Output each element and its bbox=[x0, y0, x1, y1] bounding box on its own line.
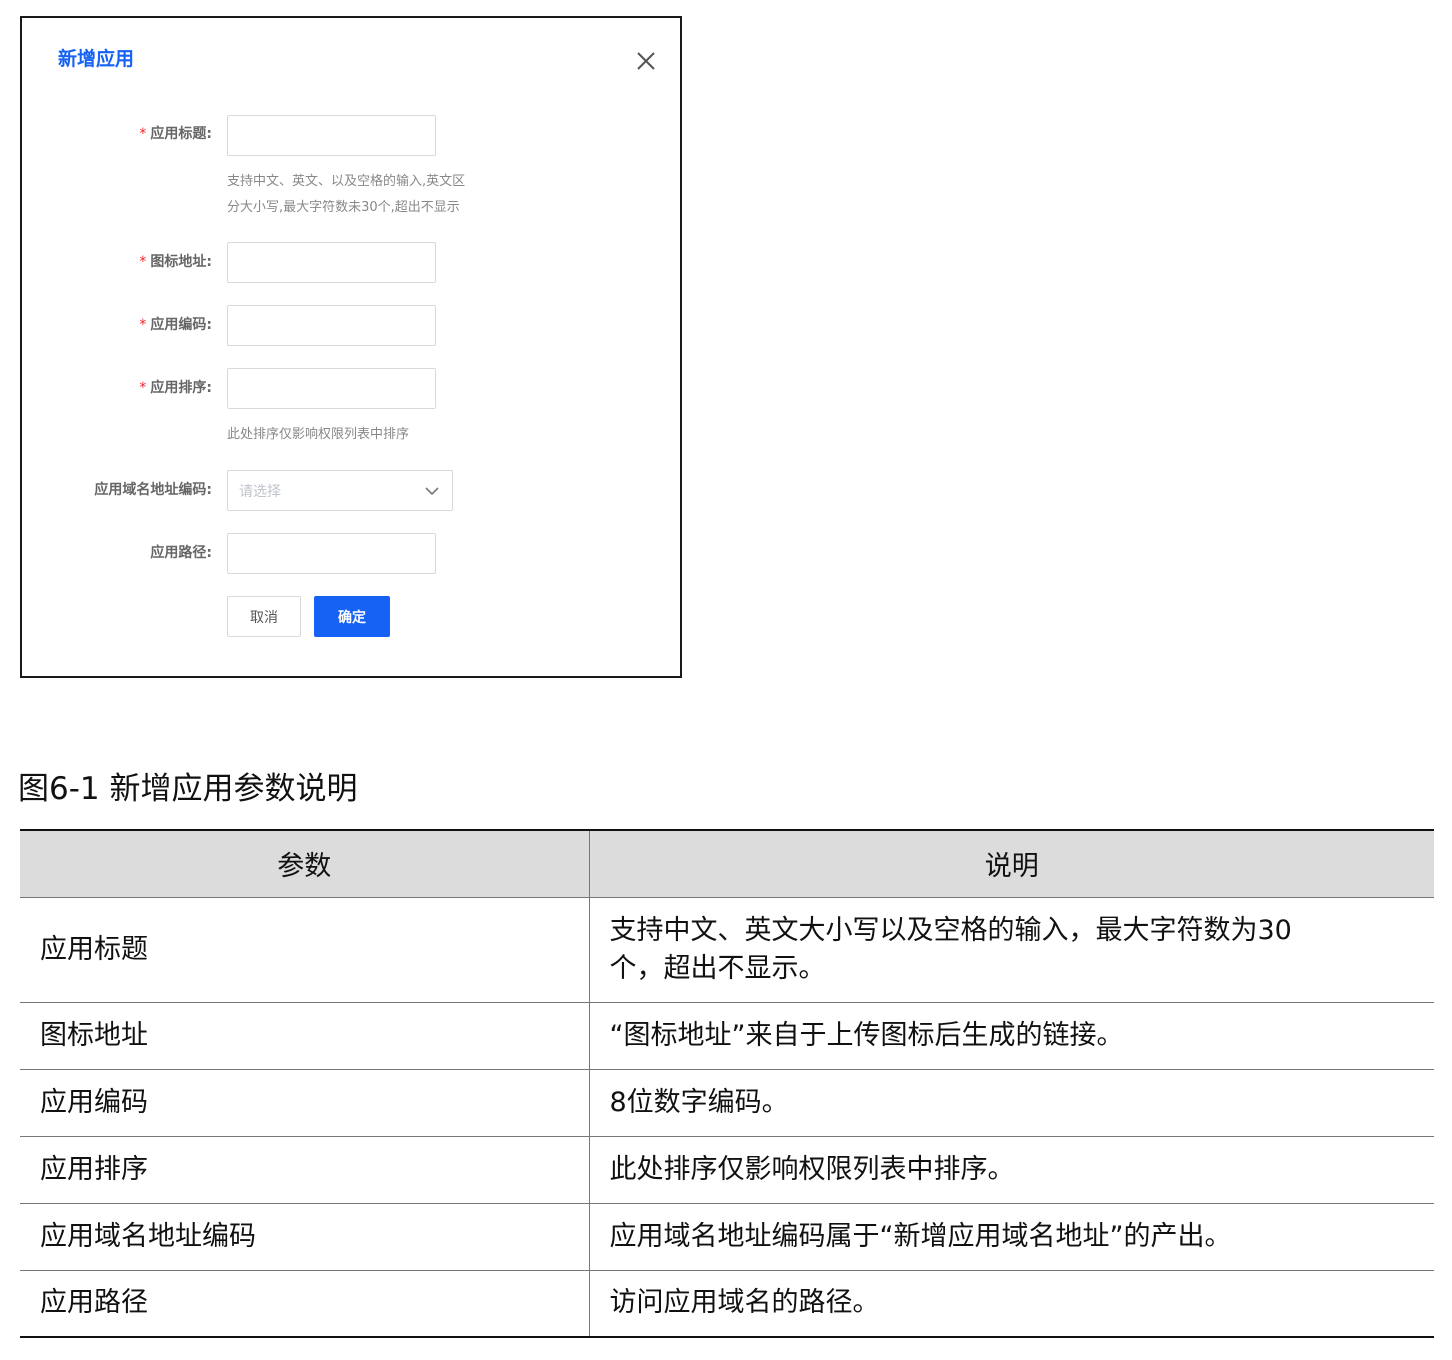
app-path-label: 应用路径: bbox=[150, 545, 212, 561]
desc-cell: 此处排序仅影响权限列表中排序。 bbox=[589, 1136, 1434, 1204]
figure-caption: 图6-1 新增应用参数说明 bbox=[18, 771, 358, 807]
required-mark: * bbox=[139, 317, 147, 333]
chevron-down-icon bbox=[425, 487, 439, 496]
required-mark: * bbox=[139, 126, 147, 142]
app-code-label: * 应用编码: bbox=[139, 317, 212, 333]
header-param: 参数 bbox=[20, 829, 590, 898]
add-app-dialog: 新增应用 * 应用标题: 支持中文、英文、以及空格的输入,英文区 分大小写,最大字… bbox=[20, 16, 682, 678]
desc-cell: 8位数字编码。 bbox=[589, 1069, 1434, 1137]
table-row: 应用域名地址编码 应用域名地址编码属于“新增应用域名地址”的产出。 bbox=[20, 1203, 1434, 1271]
desc-line: 个，超出不显示。 bbox=[609, 952, 826, 984]
header-desc: 说明 bbox=[589, 829, 1434, 898]
app-code-input[interactable] bbox=[227, 305, 436, 346]
app-title-label: * 应用标题: bbox=[139, 126, 212, 142]
domain-code-select[interactable]: 请选择 bbox=[227, 470, 453, 511]
desc-cell: “图标地址”来自于上传图标后生成的链接。 bbox=[589, 1002, 1434, 1070]
app-order-input[interactable] bbox=[227, 368, 436, 409]
app-order-label: * 应用排序: bbox=[139, 380, 212, 396]
confirm-button[interactable]: 确定 bbox=[314, 596, 390, 637]
table-row: 应用标题 支持中文、英文大小写以及空格的输入，最大字符数为30 个，超出不显示。 bbox=[20, 897, 1434, 1003]
icon-url-input[interactable] bbox=[227, 242, 436, 283]
close-button[interactable] bbox=[634, 49, 658, 73]
table-header-row: 参数 说明 bbox=[20, 829, 1434, 898]
app-title-hint-line2: 分大小写,最大字符数未30个,超出不显示 bbox=[227, 200, 460, 215]
table-row: 应用排序 此处排序仅影响权限列表中排序。 bbox=[20, 1136, 1434, 1204]
table-row: 图标地址 “图标地址”来自于上传图标后生成的链接。 bbox=[20, 1002, 1434, 1070]
cancel-button[interactable]: 取消 bbox=[227, 596, 301, 637]
desc-cell: 支持中文、英文大小写以及空格的输入，最大字符数为30 个，超出不显示。 bbox=[589, 897, 1434, 1003]
param-cell: 应用标题 bbox=[20, 897, 590, 1003]
param-cell: 应用排序 bbox=[20, 1136, 590, 1204]
param-cell: 应用编码 bbox=[20, 1069, 590, 1137]
param-cell: 图标地址 bbox=[20, 1002, 590, 1070]
app-path-input[interactable] bbox=[227, 533, 436, 574]
required-mark: * bbox=[139, 254, 147, 270]
param-cell: 应用路径 bbox=[20, 1270, 590, 1338]
icon-url-label: * 图标地址: bbox=[139, 254, 212, 270]
dialog-title: 新增应用 bbox=[58, 48, 135, 70]
param-cell: 应用域名地址编码 bbox=[20, 1203, 590, 1271]
domain-code-label: 应用域名地址编码: bbox=[94, 482, 212, 498]
desc-line: 支持中文、英文大小写以及空格的输入，最大字符数为30 bbox=[609, 914, 1292, 946]
table-row: 应用编码 8位数字编码。 bbox=[20, 1069, 1434, 1137]
parameter-table: 参数 说明 应用标题 支持中文、英文大小写以及空格的输入，最大字符数为30 个，… bbox=[20, 829, 1434, 1338]
table-row: 应用路径 访问应用域名的路径。 bbox=[20, 1270, 1434, 1338]
select-placeholder: 请选择 bbox=[239, 484, 281, 500]
desc-cell: 访问应用域名的路径。 bbox=[589, 1270, 1434, 1338]
close-icon bbox=[637, 52, 655, 70]
required-mark: * bbox=[139, 380, 147, 396]
desc-cell: 应用域名地址编码属于“新增应用域名地址”的产出。 bbox=[589, 1203, 1434, 1271]
app-order-hint: 此处排序仅影响权限列表中排序 bbox=[227, 427, 410, 442]
app-title-input[interactable] bbox=[227, 115, 436, 156]
app-title-hint-line1: 支持中文、英文、以及空格的输入,英文区 bbox=[227, 174, 466, 189]
